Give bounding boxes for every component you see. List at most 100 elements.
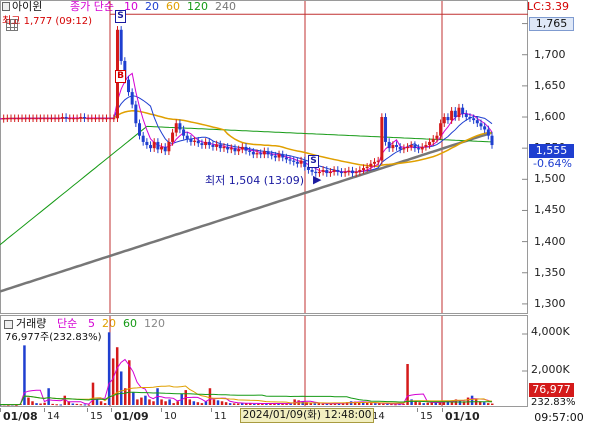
volume-bar [418,402,421,405]
x-axis-tick [161,408,162,412]
volume-bar [313,403,317,405]
candle-body [406,146,410,149]
candle-body [86,118,90,120]
candle-body [266,151,270,155]
candle-body [178,123,182,130]
volume-bar [55,404,58,406]
buy-signal-marker[interactable]: B [115,70,126,83]
low-price-label: 최저 1,504 (13:09) [205,174,305,187]
candle-body [310,169,314,172]
volume-bar [119,371,123,405]
candle-body [104,118,108,120]
candle-body [288,159,292,161]
candle-body [82,117,86,119]
candle-body [38,118,42,120]
candle-body [479,123,483,127]
sell-signal-marker[interactable]: S [115,10,126,23]
candle-body [369,163,373,167]
candle-body [60,117,64,119]
candle-body [20,118,24,120]
candle-body [281,154,285,158]
candle-body [457,107,461,118]
x-axis-tick [211,408,212,412]
x-axis-label: 01/08 [3,410,38,423]
candle-body [376,160,380,162]
volume-bar [51,403,54,405]
candle-body [244,146,248,151]
x-axis-label: 11 [214,411,227,422]
volume-bar [378,403,381,405]
candle-body [387,141,391,149]
candle-body [75,118,79,120]
x-axis-label: 14 [47,411,60,422]
x-axis-tick [0,408,1,412]
candle-body [171,132,175,142]
volume-bar [43,402,46,405]
volume-bar [75,403,79,405]
candle-body [439,123,443,136]
candle-body [57,118,61,120]
candle-body [321,169,325,172]
price-ytick: 1,400 [534,234,566,248]
volume-chart-canvas[interactable] [0,315,528,407]
candle-body [79,117,83,119]
candle-body [42,118,46,120]
candle-body [339,171,343,174]
candle-body [215,144,219,147]
candle-body [450,110,454,121]
volume-bar [132,391,135,405]
volume-bar [212,399,216,405]
candle-body [156,141,160,150]
volume-bar [87,404,91,406]
candle-body [163,146,167,152]
volume-bar [486,403,490,405]
candle-body [461,107,465,114]
candle-body [420,146,424,150]
volume-bar [160,399,163,405]
candle-body [361,168,365,170]
candle-body [145,141,149,146]
volume-bar [273,403,276,405]
candle-body [384,117,388,142]
candle-body [167,141,171,152]
candle-body [409,145,413,147]
candle-body [413,145,417,149]
volume-bar [136,399,139,405]
volume-bar [83,404,87,406]
candle-body [5,118,9,120]
candle-body [9,118,13,120]
candle-body [182,129,186,136]
volume-bar [365,402,369,405]
volume-bar [458,400,462,405]
x-axis-label: 15 [420,411,433,422]
candle-body [130,92,134,105]
candle-body [53,118,57,120]
candle-body [185,135,189,139]
volume-bar [321,403,325,405]
low-arrow-icon: ▶ [313,173,322,186]
volume-bar [103,403,107,405]
price-chart-canvas[interactable] [0,0,528,314]
candle-body [152,141,156,149]
x-axis-tick [111,408,112,412]
candle-body [31,118,35,120]
candle-body [16,118,20,120]
price-ytick: 1,700 [534,47,566,61]
candle-body [174,123,178,133]
volume-ytick-2000k: 2,000K [531,363,570,376]
candle-body [303,160,307,167]
volume-bar [31,401,34,405]
x-axis-tick [44,408,45,412]
time-box-value: 09:57:00 [534,411,584,424]
candle-body [35,118,39,120]
sell-signal-marker-2[interactable]: S [308,155,319,168]
candle-body [395,145,399,147]
candle-body [196,140,200,144]
candle-body [233,148,237,152]
volume-bar [220,401,224,405]
volume-bar [152,401,155,405]
candle-body [358,169,362,172]
last-price-box: 1,555 [529,144,574,158]
volume-bar [35,403,38,405]
candle-body [204,141,208,146]
